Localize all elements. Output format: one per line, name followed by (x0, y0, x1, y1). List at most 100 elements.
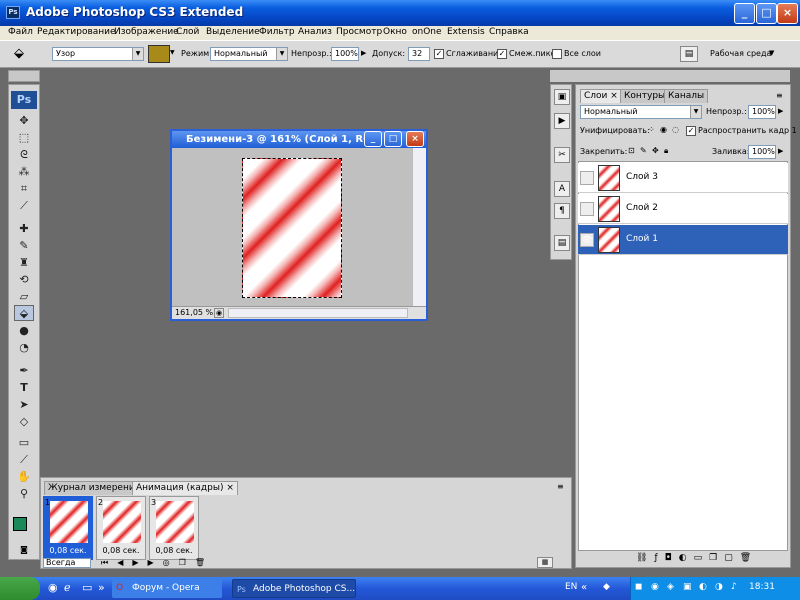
language-indicator[interactable]: EN (565, 582, 577, 592)
tray-app-icon[interactable]: ◑ (715, 582, 723, 592)
new-group-icon[interactable]: ▭ (694, 553, 710, 563)
maximize-button[interactable]: □ (756, 3, 777, 24)
type-icon[interactable]: T (14, 380, 34, 396)
play-icon[interactable]: ▶ (132, 558, 147, 567)
tolerance-input[interactable]: 32 (408, 47, 430, 61)
foreground-color-swatch[interactable] (13, 517, 27, 531)
menu-edit[interactable]: Редактирование (37, 27, 116, 37)
panel-menu-icon[interactable]: ≡ (557, 482, 564, 491)
tab-layers[interactable]: Слои × (580, 89, 622, 103)
menu-help[interactable]: Справка (489, 27, 529, 37)
character-panel-icon[interactable]: A (554, 181, 570, 197)
navigator-panel-icon[interactable]: ▣ (554, 89, 570, 105)
contiguous-checkbox[interactable]: ✓ (497, 49, 507, 59)
quicklaunch-ie-icon[interactable]: ℯ (64, 581, 71, 594)
mode-select[interactable]: Нормальный ▼ (210, 47, 288, 61)
trash-icon[interactable]: 🗑︎ (740, 553, 758, 563)
taskbar-photoshop[interactable]: Ps Adobe Photoshop CS... (232, 579, 356, 598)
zoom-status[interactable]: 161,05 % (175, 308, 213, 317)
duplicate-frame-icon[interactable]: ❐ (179, 558, 195, 567)
eye-icon[interactable]: 👁︎ (580, 233, 594, 247)
status-menu-icon[interactable]: ◉ (214, 308, 224, 318)
opacity-input[interactable]: 100% (331, 47, 359, 61)
blur-icon[interactable]: ● (14, 323, 34, 339)
tab-paths[interactable]: Контуры (620, 89, 670, 103)
fill-input[interactable]: 100% (748, 145, 776, 159)
path-selection-icon[interactable]: ➤ (14, 397, 34, 413)
tray-app-icon[interactable]: ◆ (603, 582, 610, 592)
opacity-arrow-icon[interactable]: ▶ (361, 49, 366, 57)
lock-pixels-icon[interactable]: ✎ (640, 146, 647, 155)
menu-layer[interactable]: Слой (176, 27, 199, 37)
hand-icon[interactable]: ✋ (14, 469, 34, 485)
menu-view[interactable]: Просмотр (336, 27, 382, 37)
unify-style-icon[interactable]: ◌ (672, 125, 679, 134)
layer-opacity-input[interactable]: 100% (748, 105, 776, 119)
visibility-toggle[interactable] (580, 202, 594, 216)
blend-mode-select[interactable]: Нормальный ▼ (580, 105, 702, 119)
horizontal-scrollbar[interactable] (228, 308, 408, 318)
convert-timeline-icon[interactable]: ▦ (537, 557, 553, 568)
propagate-checkbox[interactable]: ✓ (686, 126, 696, 136)
add-mask-icon[interactable]: ◘ (665, 553, 679, 563)
antialias-checkbox[interactable]: ✓ (434, 49, 444, 59)
unify-position-icon[interactable]: ⁘ (648, 125, 655, 134)
animation-frame[interactable]: 3 0,08 сек. (149, 496, 199, 560)
all-layers-checkbox[interactable] (552, 49, 562, 59)
layer-row-2[interactable]: Слой 2 (578, 194, 788, 224)
dock-header[interactable] (550, 70, 790, 82)
layer-comps-icon[interactable]: ▤ (554, 235, 570, 251)
eyedropper-icon[interactable]: ⟋ (14, 198, 34, 214)
layer-row-1[interactable]: 👁︎ Слой 1 (578, 225, 788, 255)
eraser-icon[interactable]: ▱ (14, 289, 34, 305)
lasso-icon[interactable]: ᘓ (14, 147, 34, 163)
fx-icon[interactable]: ƒ (654, 553, 664, 563)
menu-select[interactable]: Выделение (206, 27, 260, 37)
image-canvas[interactable] (242, 158, 342, 298)
dodge-icon[interactable]: ◔ (14, 340, 34, 356)
tab-measurement-log[interactable]: Журнал измерений (44, 481, 145, 495)
volume-icon[interactable]: ♪ (731, 582, 737, 592)
actions-panel-icon[interactable]: ▶ (554, 113, 570, 129)
next-frame-icon[interactable]: ▶ (148, 558, 163, 567)
close-button[interactable]: × (777, 3, 798, 24)
notes-icon[interactable]: ▭ (14, 435, 34, 451)
menu-file[interactable]: Файл (8, 27, 33, 37)
frame-delay[interactable]: 0,08 сек. (150, 546, 198, 555)
prev-frame-icon[interactable]: ◀ (117, 558, 132, 567)
clock[interactable]: 18:31 (749, 582, 775, 592)
fill-arrow-icon[interactable]: ▶ (778, 147, 783, 155)
doc-minimize-button[interactable]: _ (364, 131, 382, 147)
unify-visibility-icon[interactable]: ◉ (660, 125, 667, 134)
chevron-down-icon[interactable]: ▼ (769, 49, 774, 57)
stamp-icon[interactable]: ♜ (14, 255, 34, 271)
tools-presets-icon[interactable]: ✂ (554, 147, 570, 163)
layer-row-3[interactable]: Слой 3 (578, 163, 788, 193)
opacity-arrow-icon[interactable]: ▶ (778, 107, 783, 115)
eyedropper2-icon[interactable]: ⟋ (14, 452, 34, 468)
start-button[interactable] (0, 577, 40, 600)
quick-mask-icon[interactable]: ◙ (15, 545, 33, 555)
toolbox-header[interactable] (8, 70, 40, 82)
zoom-icon[interactable]: ⚲ (14, 486, 34, 502)
panel-menu-icon[interactable]: ≡ (776, 91, 783, 100)
loop-select[interactable]: Всегда (43, 558, 91, 568)
fill-source-select[interactable]: Узор ▼ (52, 47, 144, 61)
pen-icon[interactable]: ✒ (14, 363, 34, 379)
paragraph-panel-icon[interactable]: ¶ (554, 203, 570, 219)
magic-wand-icon[interactable]: ⁂ (14, 164, 34, 180)
menu-extensis[interactable]: Extensis (447, 27, 485, 37)
visibility-toggle[interactable] (580, 171, 594, 185)
adjustment-layer-icon[interactable]: ◐ (679, 553, 694, 563)
tray-app-icon[interactable]: ▣ (683, 582, 692, 592)
frame-delay[interactable]: 0,08 сек. (97, 546, 145, 555)
frame-delay[interactable]: 0,08 сек. (44, 546, 92, 555)
menu-filter[interactable]: Фильтр (259, 27, 295, 37)
doc-maximize-button[interactable]: □ (384, 131, 402, 147)
quicklaunch-show-icon[interactable]: » (98, 581, 105, 594)
paint-bucket-icon[interactable]: ⬙ (14, 305, 34, 321)
animation-frame[interactable]: 2 0,08 сек. (96, 496, 146, 560)
menu-analysis[interactable]: Анализ (298, 27, 332, 37)
history-brush-icon[interactable]: ⟲ (14, 272, 34, 288)
tray-app-icon[interactable]: ◐ (699, 582, 707, 592)
